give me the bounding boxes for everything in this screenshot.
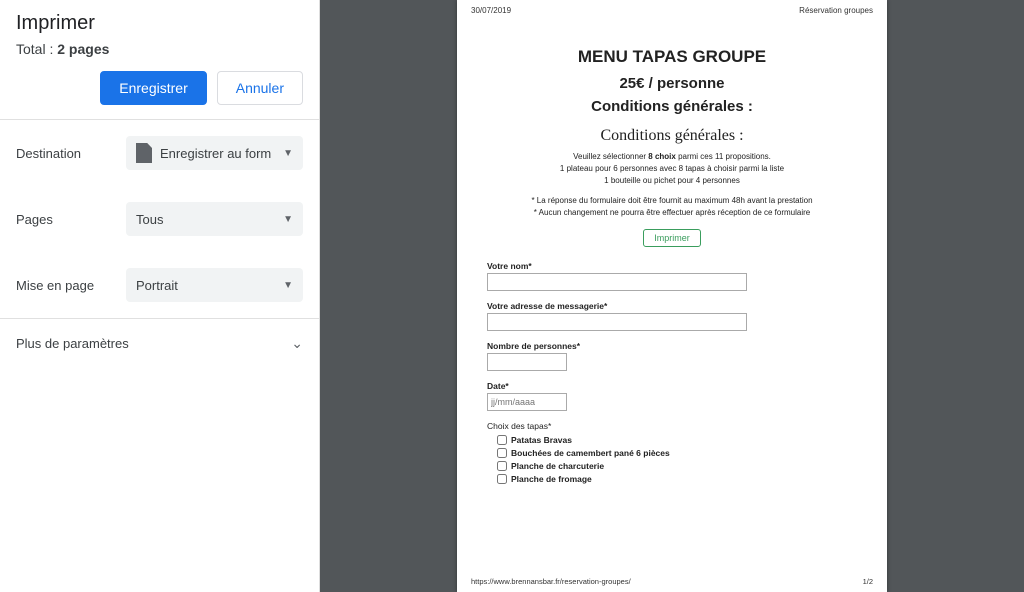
doc-price: 25€ / personne [487,75,857,92]
label-date: Date* [487,381,857,391]
doc-subtitle: Conditions générales : [487,98,857,115]
chevron-down-icon: ▼ [283,148,293,159]
save-button[interactable]: Enregistrer [100,71,206,105]
tapas-checkbox[interactable] [497,448,507,458]
footer-url: https://www.brennansbar.fr/reservation-g… [471,577,631,586]
destination-select[interactable]: Enregistrer au form ▼ [126,136,303,170]
tapas-option: Planche de charcuterie [487,461,857,471]
chevron-down-icon: ▼ [283,214,293,225]
total-value: 2 pages [57,41,109,57]
destination-label: Destination [16,146,126,161]
more-label: Plus de paramètres [16,336,129,351]
tapas-option: Bouchées de camembert pané 6 pièces [487,448,857,458]
label-tapas: Choix des tapas* [487,421,857,431]
input-email[interactable] [487,313,747,331]
destination-value: Enregistrer au form [160,146,271,161]
doc-print-button[interactable]: Imprimer [643,229,701,247]
panel-title: Imprimer [0,0,319,41]
doc-intro: Veuillez sélectionner 8 choix parmi ces … [487,151,857,187]
layout-label: Mise en page [16,278,126,293]
sheet-header-title: Réservation groupes [799,6,873,15]
chevron-down-icon: ⌄ [291,335,303,352]
intro-bold: 8 choix [648,152,676,161]
pdf-page-icon [136,143,152,163]
tapas-label: Bouchées de camembert pané 6 pièces [511,448,670,458]
intro-line: 1 plateau pour 6 personnes avec 8 tapas … [487,163,857,175]
field-persons: Nombre de personnes* [487,341,857,371]
field-date: Date* [487,381,857,411]
intro-text: Veuillez sélectionner [573,152,648,161]
label-persons: Nombre de personnes* [487,341,857,351]
layout-select[interactable]: Portrait ▼ [126,268,303,302]
doc-title: MENU TAPAS GROUPE [487,47,857,67]
tapas-checkbox[interactable] [497,461,507,471]
cancel-button[interactable]: Annuler [217,71,303,105]
page-preview: 30/07/2019 Réservation groupes MENU TAPA… [457,0,887,592]
tapas-checkbox[interactable] [497,474,507,484]
total-prefix: Total : [16,41,57,57]
label-name: Votre nom* [487,261,857,271]
tapas-list: Patatas Bravas Bouchées de camembert pané… [487,435,857,484]
tapas-label: Patatas Bravas [511,435,572,445]
tapas-label: Planche de fromage [511,474,592,484]
note-line: * Aucun changement ne pourra être effect… [487,207,857,219]
layout-value: Portrait [136,278,178,293]
document-body: MENU TAPAS GROUPE 25€ / personne Conditi… [457,17,887,487]
preview-area[interactable]: 30/07/2019 Réservation groupes MENU TAPA… [320,0,1024,592]
layout-row: Mise en page Portrait ▼ [0,252,319,318]
tapas-option: Planche de fromage [487,474,857,484]
more-settings-toggle[interactable]: Plus de paramètres ⌄ [0,319,319,368]
chevron-down-icon: ▼ [283,280,293,291]
footer-page: 1/2 [863,577,873,586]
sheet-footer: https://www.brennansbar.fr/reservation-g… [457,573,887,592]
input-persons[interactable] [487,353,567,371]
tapas-option: Patatas Bravas [487,435,857,445]
button-row: Enregistrer Annuler [0,71,319,119]
tapas-label: Planche de charcuterie [511,461,604,471]
panel-total: Total : 2 pages [0,41,319,71]
input-date[interactable] [487,393,567,411]
doc-notes: * La réponse du formulaire doit être fou… [487,195,857,219]
intro-line: 1 bouteille ou pichet pour 4 personnes [487,175,857,187]
print-settings-panel: Imprimer Total : 2 pages Enregistrer Ann… [0,0,320,592]
tapas-checkbox[interactable] [497,435,507,445]
label-email: Votre adresse de messagerie* [487,301,857,311]
pages-value: Tous [136,212,163,227]
pages-label: Pages [16,212,126,227]
destination-row: Destination Enregistrer au form ▼ [0,120,319,186]
doc-section-heading: Conditions générales : [487,127,857,145]
intro-text: parmi ces 11 propositions. [676,152,771,161]
sheet-header: 30/07/2019 Réservation groupes [457,0,887,17]
pages-row: Pages Tous ▼ [0,186,319,252]
input-name[interactable] [487,273,747,291]
field-name: Votre nom* [487,261,857,291]
field-email: Votre adresse de messagerie* [487,301,857,331]
note-line: * La réponse du formulaire doit être fou… [487,195,857,207]
pages-select[interactable]: Tous ▼ [126,202,303,236]
sheet-date: 30/07/2019 [471,6,511,15]
